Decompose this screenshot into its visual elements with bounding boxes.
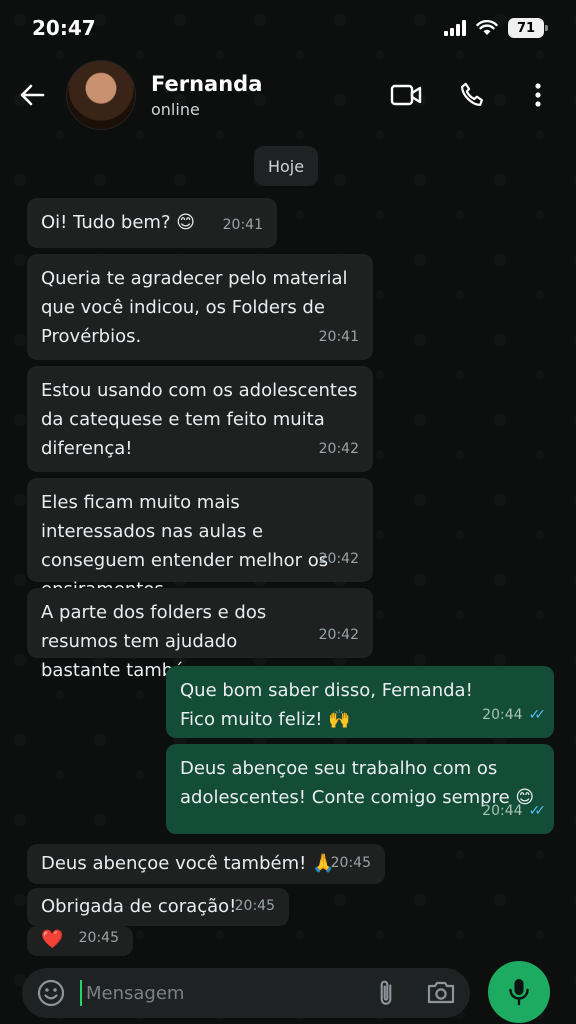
message-text: Obrigada de coração!: [41, 896, 237, 917]
message-text: Que bom saber disso, Fernanda! Fico muit…: [180, 680, 473, 730]
more-vert-icon[interactable]: [522, 79, 554, 111]
paperclip-icon[interactable]: [372, 978, 400, 1008]
chat-header: Fernanda online: [0, 56, 576, 134]
message-time: 20:42: [318, 441, 359, 457]
message-time: 20:41: [222, 217, 263, 233]
message-time: 20:44 ✓✓: [482, 701, 547, 730]
battery-level: 71: [516, 20, 536, 36]
message-time: 20:41: [318, 329, 359, 345]
arrow-left-icon[interactable]: [14, 77, 50, 113]
message-bubble[interactable]: Queria te agradecer pelo material que vo…: [27, 254, 373, 360]
avatar[interactable]: [66, 60, 136, 130]
contact-info[interactable]: Fernanda online: [151, 72, 390, 119]
message-time: 20:45: [330, 855, 371, 871]
message-input[interactable]: [86, 982, 372, 1004]
header-actions: [390, 79, 554, 111]
message-bubble[interactable]: Estou usando com os adolescentes da cate…: [27, 366, 373, 472]
message-text: ❤️: [41, 929, 64, 950]
message-bubble[interactable]: Que bom saber disso, Fernanda! Fico muit…: [166, 666, 554, 738]
emoji-icon[interactable]: [36, 978, 66, 1008]
message-time: 20:44 ✓✓: [482, 797, 547, 826]
message-bubble[interactable]: Deus abençoe você também! 🙏 20:45: [27, 844, 385, 884]
message-time: 20:42: [318, 627, 359, 643]
message-bubble[interactable]: Oi! Tudo bem? 😊 20:41: [27, 198, 277, 248]
message-text: Deus abençoe seu trabalho com os adolesc…: [180, 758, 535, 808]
video-call-icon[interactable]: [390, 79, 422, 111]
phone-icon[interactable]: [456, 79, 488, 111]
date-chip: Hoje: [254, 146, 318, 186]
contact-status: online: [151, 99, 200, 119]
mic-icon: [509, 979, 529, 1006]
message-bubble[interactable]: Eles ficam muito mais interessados nas a…: [27, 478, 373, 600]
message-time: 20:45: [78, 930, 119, 946]
message-time: 20:42: [318, 551, 359, 567]
mic-button[interactable]: [488, 961, 550, 1023]
message-text: Deus abençoe você também! 🙏: [41, 853, 335, 874]
message-bubble[interactable]: A parte dos folders e dos resumos tem aj…: [27, 588, 373, 681]
camera-icon[interactable]: [426, 979, 456, 1007]
wifi-icon: [476, 20, 498, 35]
message-bubble[interactable]: Deus abençoe seu trabalho com os adolesc…: [166, 744, 554, 834]
composer: [22, 968, 470, 1018]
read-ticks-icon: ✓✓: [528, 803, 547, 819]
status-bar: 20:47 71: [0, 0, 576, 56]
message-bubble[interactable]: Obrigada de coração! 20:45: [27, 888, 289, 926]
battery-icon: 71: [508, 18, 548, 38]
message-text: Queria te agradecer pelo material que vo…: [41, 268, 348, 347]
text-cursor: [80, 980, 82, 1006]
message-text: Estou usando com os adolescentes da cate…: [41, 380, 358, 459]
signal-icon: [444, 20, 466, 36]
status-icons: 71: [444, 18, 548, 38]
contact-name: Fernanda: [151, 71, 263, 96]
message-text: Oi! Tudo bem? 😊: [41, 212, 196, 233]
message-time: 20:45: [234, 898, 275, 914]
message-bubble[interactable]: ❤️ 20:45: [27, 926, 133, 956]
read-ticks-icon: ✓✓: [528, 707, 547, 723]
status-time: 20:47: [32, 16, 96, 40]
